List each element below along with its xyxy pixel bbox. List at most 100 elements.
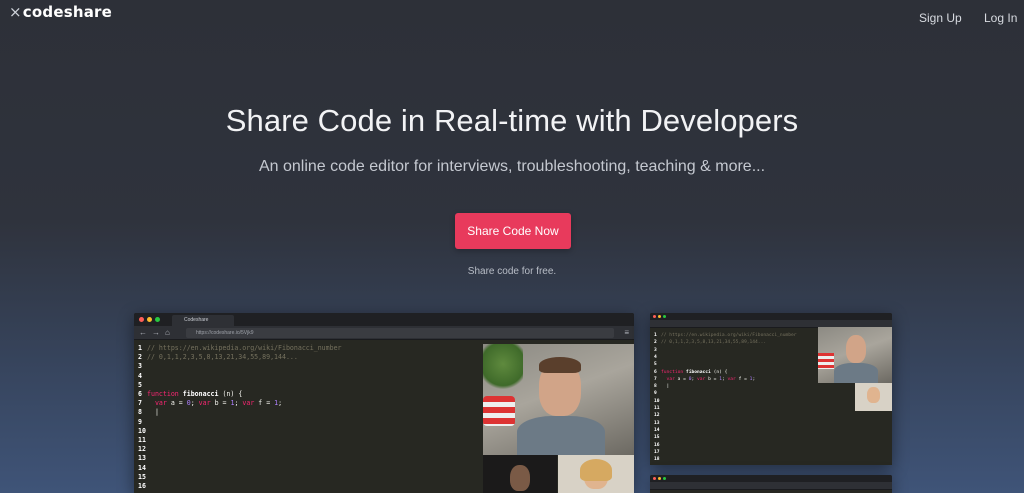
code-line: 10: [654, 398, 661, 405]
line-number: 2: [654, 340, 657, 346]
side-preview-screenshot-2: [650, 475, 892, 493]
line-number: 1: [138, 344, 142, 352]
browser-tabbar: Codeshare: [134, 313, 634, 326]
code-text: function fibonacci (n) {: [661, 369, 728, 375]
line-number: 15: [138, 472, 146, 481]
browser-tabbar: [650, 475, 892, 482]
code-text: var a = 0; var b = 1; var f = 1;: [154, 399, 283, 408]
line-number: 12: [654, 413, 660, 419]
maximize-dot-icon: [155, 317, 160, 322]
code-line: 16: [654, 442, 661, 449]
line-number: 10: [654, 398, 660, 404]
code-line: 17: [654, 449, 661, 456]
code-line: 6 function fibonacci (n) {: [654, 369, 727, 376]
logo-text: codeshare: [22, 3, 112, 21]
hamburger-menu-icon: ≡: [624, 328, 629, 337]
code-line: 9: [138, 418, 147, 427]
video-panel-main: [483, 344, 634, 455]
minimize-dot-icon: [147, 317, 152, 322]
line-number: 3: [138, 362, 142, 371]
code-text: function fibonacci (n) {: [147, 390, 243, 398]
browser-address-bar: [650, 482, 892, 490]
code-line: 12: [138, 445, 147, 454]
code-line: 11: [654, 405, 661, 412]
code-line: 11: [138, 436, 147, 445]
code-line: 6 function fibonacci (n) {: [138, 390, 242, 399]
code-line: 3: [138, 362, 147, 371]
maximize-dot-icon: [663, 477, 666, 480]
line-number: 1: [654, 333, 657, 338]
line-number: 5: [138, 380, 142, 389]
line-number: 11: [654, 406, 660, 411]
code-text: |: [661, 384, 670, 390]
person-body-shape: [834, 363, 878, 383]
code-line: 7 var a = 0; var b = 1; var f = 1;: [654, 376, 755, 383]
code-line: 15: [138, 473, 147, 482]
code-line: 14: [138, 464, 147, 473]
code-line: 7 var a = 0; var b = 1; var f = 1;: [138, 399, 282, 408]
line-number: 15: [654, 435, 660, 441]
code-text: // https://en.wikipedia.org/wiki/Fibonac…: [147, 344, 342, 352]
code-line: 14: [654, 427, 661, 434]
line-number: 18: [654, 457, 660, 463]
browser-url: https://codeshare.io/5Vjk9: [186, 328, 614, 338]
code-line: 3: [654, 347, 661, 354]
free-note: Share code for free.: [467, 266, 557, 277]
minimize-dot-icon: [658, 315, 661, 318]
line-number: 4: [138, 371, 142, 380]
line-number: 14: [138, 463, 146, 472]
person-head-shape: [510, 465, 530, 491]
browser-tabbar: [650, 313, 892, 320]
line-number: 16: [138, 482, 146, 490]
close-dot-icon: [653, 477, 656, 480]
line-number: 14: [654, 427, 660, 433]
browser-nav-icons: ←→⌂: [139, 328, 175, 337]
browser-tab: Codeshare: [172, 315, 234, 326]
code-line: 1 // https://en.wikipedia.org/wiki/Fibona…: [138, 344, 342, 353]
code-text: // https://en.wikipedia.org/wiki/Fibonac…: [661, 333, 797, 338]
code-line: 5: [138, 381, 147, 390]
person-body-shape: [517, 416, 605, 455]
line-number: 7: [654, 376, 657, 382]
line-number: 12: [138, 445, 146, 454]
video-panel-secondary: [855, 383, 892, 411]
line-number: 13: [138, 454, 146, 463]
video-panel-main: [818, 327, 892, 383]
line-number: 6: [138, 390, 142, 398]
striped-object-shape: [818, 353, 834, 369]
hero-title: Share Code in Real-time with Developers: [225, 103, 799, 138]
line-number: 6: [654, 369, 657, 375]
top-navbar: ×codeshare Sign Up Log In: [0, 0, 1024, 36]
close-dot-icon: [139, 317, 144, 322]
person-hair-shape: [580, 459, 612, 481]
share-code-now-button[interactable]: Share Code Now: [455, 213, 571, 249]
line-number: 8: [138, 408, 142, 417]
line-number: 2: [138, 353, 142, 362]
codeshare-logo[interactable]: ×codeshare: [9, 3, 112, 21]
code-line: 2 // 0,1,1,2,3,5,8,13,21,34,55,89,144...: [654, 339, 766, 346]
code-line: 15: [654, 434, 661, 441]
code-line: 9: [654, 390, 661, 397]
window-controls: [653, 315, 666, 318]
line-number: 5: [654, 362, 657, 368]
plant-shape: [483, 344, 523, 394]
code-line: 4: [654, 354, 661, 361]
code-line: 16: [138, 482, 147, 491]
code-line: 5: [654, 361, 661, 368]
code-line: 1 // https://en.wikipedia.org/wiki/Fibona…: [654, 332, 797, 339]
window-controls: [653, 477, 666, 480]
code-line: 13: [138, 454, 147, 463]
line-number: 4: [654, 354, 657, 360]
code-line: 10: [138, 427, 147, 436]
video-panel-right: [558, 455, 634, 493]
logo-x-icon: ×: [9, 3, 22, 21]
code-text: |: [147, 408, 159, 417]
line-number: 13: [654, 420, 660, 426]
log-in-link[interactable]: Log In: [984, 11, 1017, 25]
line-number: 16: [654, 442, 660, 448]
close-dot-icon: [653, 315, 656, 318]
sign-up-link[interactable]: Sign Up: [919, 11, 962, 25]
line-number: 10: [138, 426, 146, 435]
code-line: 4: [138, 372, 147, 381]
line-number: 9: [138, 417, 142, 426]
